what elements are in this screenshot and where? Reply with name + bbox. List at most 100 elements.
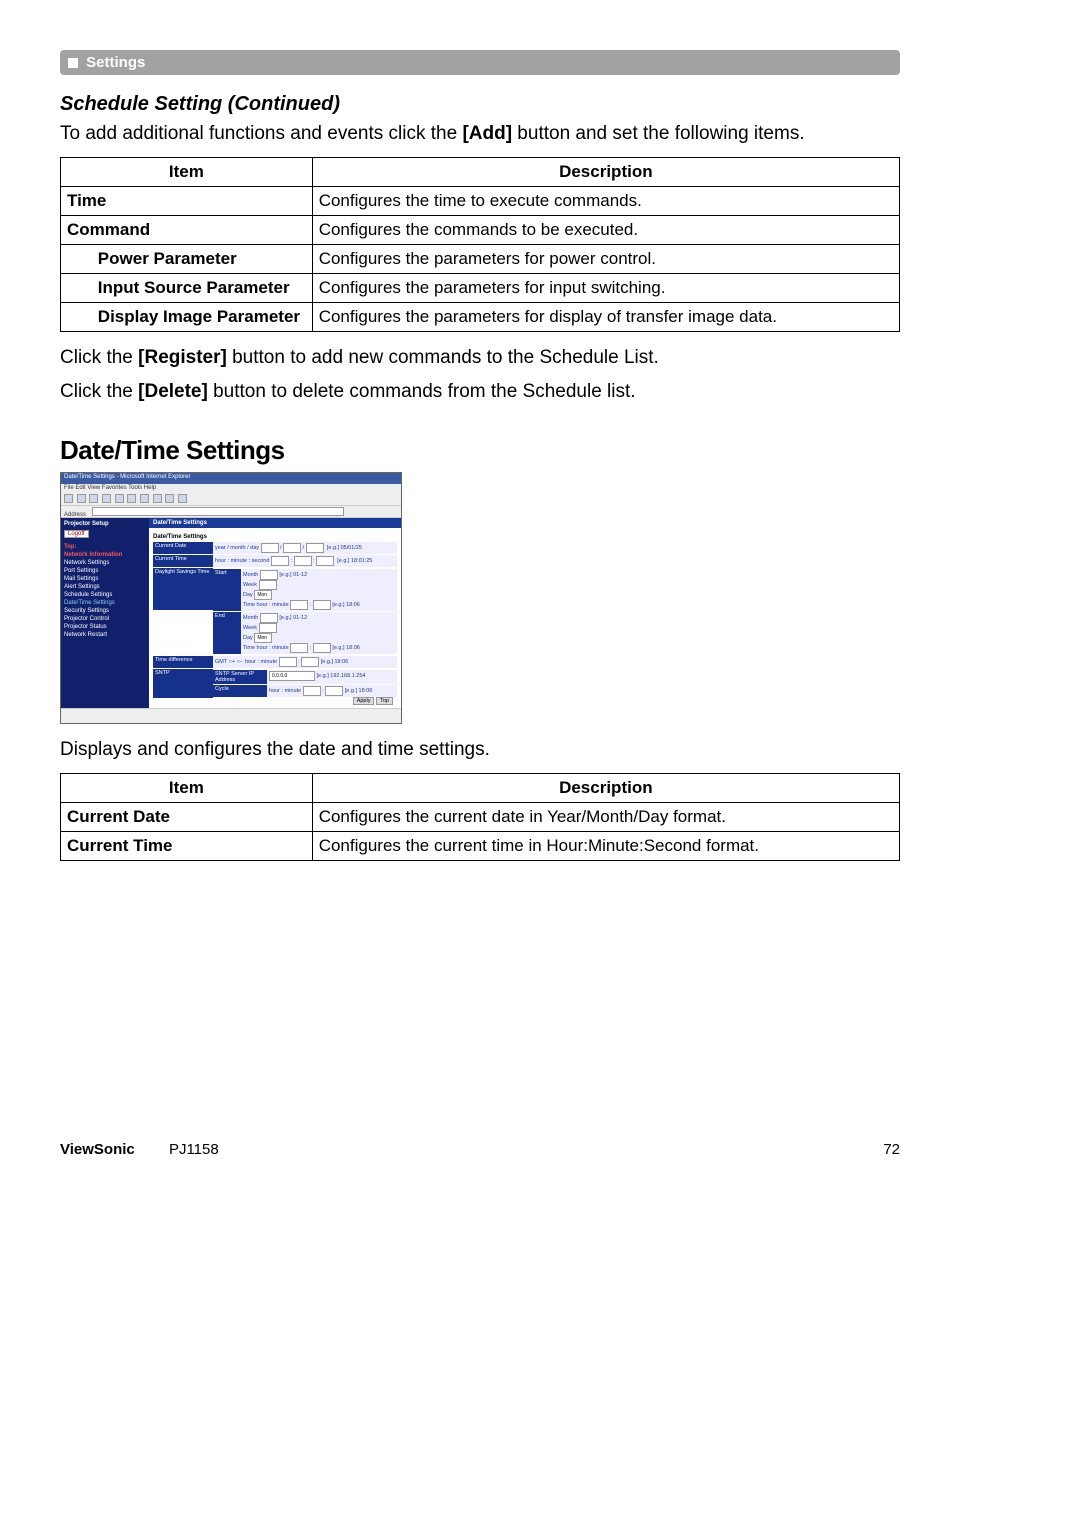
mail-icon[interactable] — [178, 494, 187, 503]
minute-input[interactable] — [294, 556, 312, 566]
delete-paragraph: Click the [Delete] button to delete comm… — [60, 380, 900, 405]
footer-model: PJ1158 — [169, 1141, 219, 1158]
del-p2: button to delete commands from the Sched… — [208, 381, 636, 402]
start-week-input[interactable] — [259, 580, 277, 590]
row-desc: Configures the parameters for power cont… — [312, 244, 899, 273]
refresh-icon[interactable] — [102, 494, 111, 503]
home-icon[interactable] — [115, 494, 124, 503]
stop-icon[interactable] — [89, 494, 98, 503]
sidebar-item-active[interactable]: Date/Time Settings — [64, 600, 146, 606]
sidebar-item[interactable]: Network Restart — [64, 632, 146, 638]
footer-left: ViewSonic PJ1158 — [60, 1141, 219, 1158]
apply-row: Apply Top — [353, 697, 393, 705]
sntp-ip-field: [e.g.] 192.168.1.254 — [267, 670, 397, 684]
table-row: Power Parameter Configures the parameter… — [61, 244, 900, 273]
start-min-input[interactable] — [313, 600, 331, 610]
start-label: Start — [213, 569, 241, 611]
history-icon[interactable] — [165, 494, 174, 503]
end-min-input[interactable] — [313, 643, 331, 653]
row-desc: Configures the time to execute commands. — [312, 186, 899, 215]
cycle-hour[interactable] — [303, 686, 321, 696]
intro-paragraph: To add additional functions and events c… — [60, 122, 900, 147]
start-month-input[interactable] — [260, 570, 278, 580]
sidebar-item[interactable]: Port Settings — [64, 568, 146, 574]
back-icon[interactable] — [64, 494, 73, 503]
browser-content: Projector Setup Logoff Top: Network Info… — [61, 518, 401, 718]
end-hour-input[interactable] — [290, 643, 308, 653]
del-p1: Click the — [60, 381, 138, 402]
gmt-hour[interactable] — [279, 657, 297, 667]
add-button-ref: [Add] — [462, 123, 512, 144]
browser-menubar: File Edit View Favorites Tools Help — [61, 484, 401, 493]
month-input[interactable] — [283, 543, 301, 553]
sntp-ip-input[interactable] — [269, 671, 315, 681]
top-button[interactable]: Top — [376, 697, 393, 705]
row-desc: Configures the current date in Year/Mont… — [312, 802, 899, 831]
indent — [61, 302, 92, 331]
table-row: Current Time Configures the current time… — [61, 831, 900, 860]
register-button-ref: [Register] — [138, 347, 227, 368]
dst-label: Daylight Savings Time — [153, 568, 213, 610]
t2-head-desc: Description — [312, 773, 899, 802]
url-input[interactable] — [92, 507, 344, 516]
current-date-label: Current Date — [153, 542, 213, 554]
projector-sidebar: Projector Setup Logoff Top: Network Info… — [61, 518, 149, 718]
sidebar-item[interactable]: Schedule Settings — [64, 592, 146, 598]
sidebar-item[interactable]: Alert Settings — [64, 584, 146, 590]
year-input[interactable] — [261, 543, 279, 553]
reg-p1: Click the — [60, 347, 138, 368]
current-time-value: hour : minute : second : : [e.g.] 18:01:… — [213, 555, 397, 567]
row-item: Current Date — [61, 802, 313, 831]
sidebar-item[interactable]: Mail Settings — [64, 576, 146, 582]
cycle-label: Cycle — [213, 685, 267, 697]
row-desc: Configures the parameters for input swit… — [312, 273, 899, 302]
end-month-input[interactable] — [260, 613, 278, 623]
td-value: GMT ○+ ○- hour : minute : [e.g.] 18:06 — [213, 656, 397, 668]
favorites-icon[interactable] — [140, 494, 149, 503]
row-item: Power Parameter — [92, 244, 312, 273]
media-icon[interactable] — [153, 494, 162, 503]
start-day-select[interactable] — [254, 590, 272, 600]
forward-icon[interactable] — [77, 494, 86, 503]
browser-statusbar — [61, 708, 401, 723]
second-input[interactable] — [316, 556, 334, 566]
browser-toolbar — [61, 493, 401, 506]
row-item: Current Time — [61, 831, 313, 860]
schedule-items-table: Item Description Time Configures the tim… — [60, 157, 900, 332]
end-fields: Month [e.g.] 01-12 Week Day Time hour : … — [241, 612, 397, 654]
sidebar-item[interactable]: Projector Status — [64, 624, 146, 630]
end-day-select[interactable] — [254, 633, 272, 643]
schedule-subtitle: Schedule Setting (Continued) — [60, 93, 900, 116]
register-paragraph: Click the [Register] button to add new c… — [60, 346, 900, 371]
table-row: Time Configures the time to execute comm… — [61, 186, 900, 215]
sidebar-title: Projector Setup — [64, 521, 146, 527]
browser-titlebar: Date/Time Settings - Microsoft Internet … — [61, 473, 401, 484]
cycle-field: hour : minute : [e.g.] 18:06 — [267, 685, 397, 697]
day-input[interactable] — [306, 543, 324, 553]
hour-input[interactable] — [271, 556, 289, 566]
t1-head-desc: Description — [312, 157, 899, 186]
apply-button[interactable]: Apply — [353, 697, 375, 705]
indent — [61, 273, 92, 302]
row-desc: Configures the commands to be executed. — [312, 215, 899, 244]
logoff-button[interactable]: Logoff — [64, 530, 89, 538]
td-label: Time difference — [153, 656, 213, 668]
sidebar-item[interactable]: Network Settings — [64, 560, 146, 566]
main-title: Date/Time Settings — [149, 518, 401, 528]
settings-bar: Settings — [60, 50, 900, 75]
table-row: Command Configures the commands to be ex… — [61, 215, 900, 244]
cycle-min[interactable] — [325, 686, 343, 696]
gmt-min[interactable] — [301, 657, 319, 667]
end-label: End — [213, 612, 241, 654]
search-icon[interactable] — [127, 494, 136, 503]
start-fields: Month [e.g.] 01-12 Week Day Time hour : … — [241, 569, 397, 611]
end-week-input[interactable] — [259, 623, 277, 633]
start-hour-input[interactable] — [290, 600, 308, 610]
page-footer: ViewSonic PJ1158 72 — [60, 1141, 900, 1158]
sidebar-item[interactable]: Security Settings — [64, 608, 146, 614]
current-time-label: Current Time — [153, 555, 213, 567]
sidebar-item[interactable]: Projector Control — [64, 616, 146, 622]
row-desc: Configures the current time in Hour:Minu… — [312, 831, 899, 860]
embedded-screenshot: Date/Time Settings - Microsoft Internet … — [60, 472, 402, 724]
reg-p2: button to add new commands to the Schedu… — [227, 347, 659, 368]
